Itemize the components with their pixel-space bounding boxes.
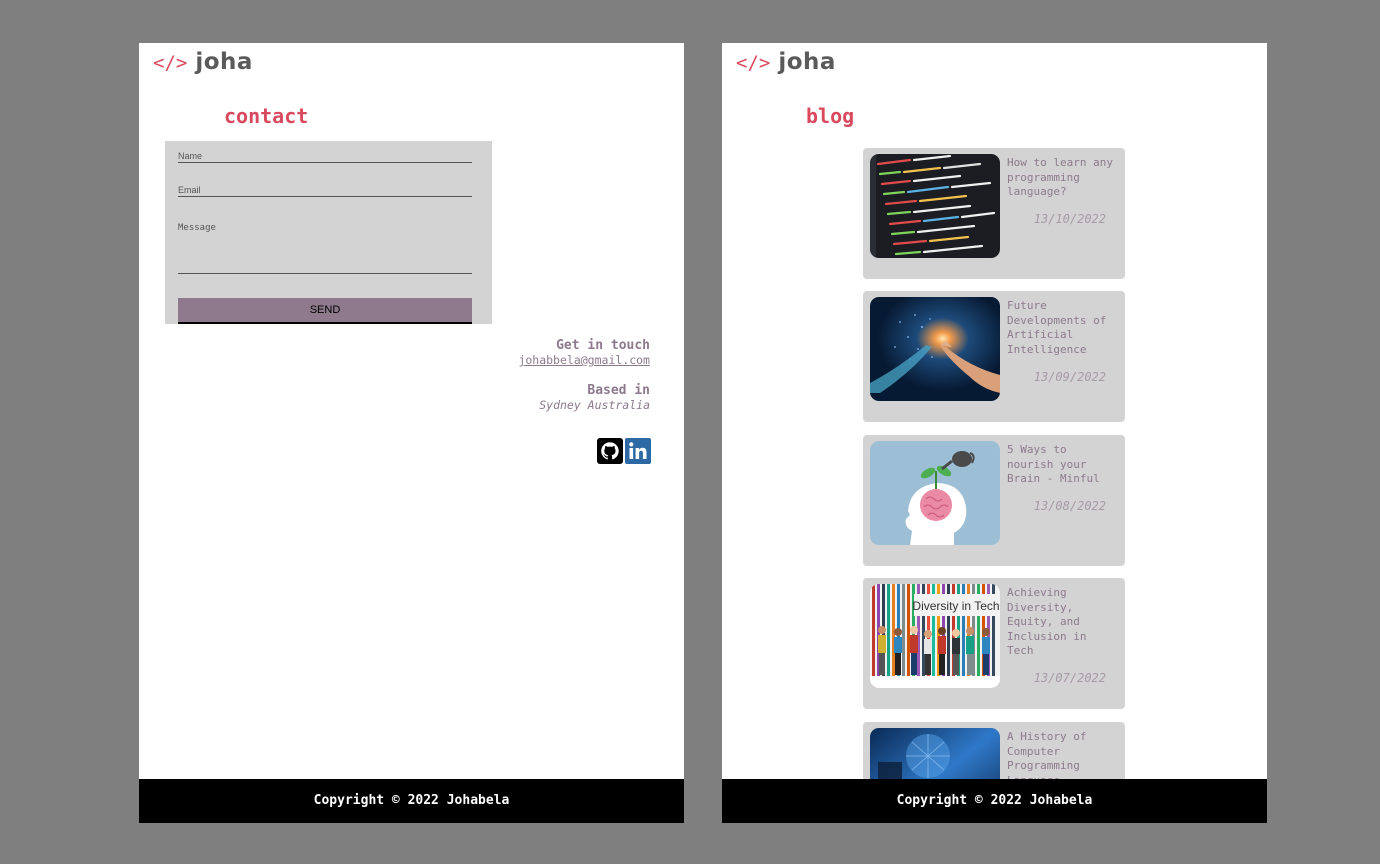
blog-post-title: How to learn any programming language? xyxy=(1007,156,1113,198)
brain-watering-image xyxy=(870,441,1000,545)
logo-code-icon: </> xyxy=(153,52,188,74)
footer: Copyright © 2022 Johabela xyxy=(139,779,684,823)
blog-page-panel: </> joha about projects contact blog blo… xyxy=(722,43,1267,823)
code-screen-image xyxy=(870,154,1000,258)
page-title: blog xyxy=(806,104,855,128)
site-logo[interactable]: </> joha xyxy=(736,49,836,75)
logo-code-icon: </> xyxy=(736,52,771,74)
ai-hand-image xyxy=(870,297,1000,401)
logo-text: joha xyxy=(778,49,836,75)
linkedin-icon[interactable] xyxy=(625,438,651,464)
blog-post-date: 13/10/2022 xyxy=(1033,212,1106,226)
blog-post-date: 13/08/2022 xyxy=(1033,499,1106,513)
blog-post-title: Future Developments of Artificial Intell… xyxy=(1007,299,1107,356)
location-text: Sydney Australia xyxy=(539,398,650,412)
name-field[interactable] xyxy=(178,151,472,163)
site-logo[interactable]: </> joha xyxy=(153,49,253,75)
email-link[interactable]: johabbela@gmail.com xyxy=(518,353,650,367)
blog-card[interactable]: How to learn any programming language? 1… xyxy=(863,148,1125,279)
social-links xyxy=(597,438,651,464)
blog-post-title: 5 Ways to nourish your Brain - Minful xyxy=(1007,443,1100,485)
get-in-touch-label: Get in touch xyxy=(556,338,650,353)
blog-card[interactable]: Future Developments of Artificial Intell… xyxy=(863,291,1125,422)
page-title: contact xyxy=(224,104,309,128)
contact-page-panel: </> joha about projects contact blog con… xyxy=(139,43,684,823)
get-in-touch-block: Get in touch johabbela@gmail.com xyxy=(518,338,650,367)
blog-post-date: 13/07/2022 xyxy=(1033,671,1106,685)
logo-text: joha xyxy=(195,49,253,75)
blog-card[interactable]: Diversity in Tech Achieving Diversity, E… xyxy=(863,578,1125,709)
diversity-caption: Diversity in Tech xyxy=(912,599,999,613)
blog-post-date: 13/09/2022 xyxy=(1033,370,1106,384)
send-button[interactable]: SEND xyxy=(178,298,472,324)
contact-form: SEND xyxy=(165,141,492,324)
github-icon[interactable] xyxy=(597,438,623,464)
email-field[interactable] xyxy=(178,185,472,197)
based-in-label: Based in xyxy=(587,383,650,398)
diversity-people-image: Diversity in Tech xyxy=(870,584,1000,688)
blog-card[interactable]: 5 Ways to nourish your Brain - Minful 13… xyxy=(863,435,1125,566)
message-field[interactable] xyxy=(178,222,472,274)
blog-post-title: Achieving Diversity, Equity, and Inclusi… xyxy=(1007,586,1087,657)
footer: Copyright © 2022 Johabela xyxy=(722,779,1267,823)
based-in-block: Based in Sydney Australia xyxy=(539,383,650,412)
